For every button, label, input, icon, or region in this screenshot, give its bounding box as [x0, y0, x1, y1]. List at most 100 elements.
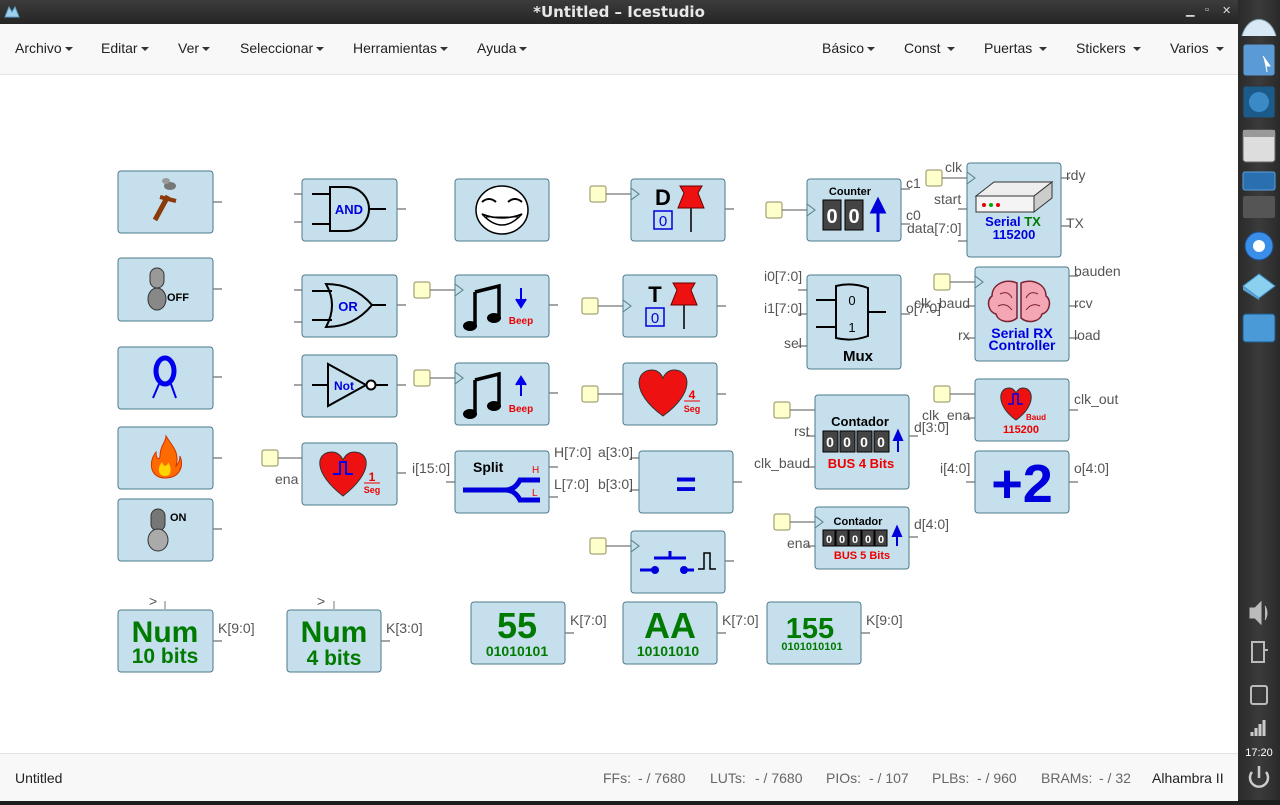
dock-home-icon[interactable]	[1241, 19, 1277, 37]
constant-input-counter[interactable]	[765, 201, 783, 219]
block-serial-rx[interactable]: Serial RX Controller	[933, 266, 1078, 362]
constant-input-heart4[interactable]	[581, 385, 599, 403]
menu-stickers[interactable]: Stickers	[1076, 40, 1141, 56]
svg-text:01010101: 01010101	[486, 643, 549, 659]
svg-text:>: >	[317, 593, 325, 609]
menu-editar[interactable]: Editar	[101, 40, 149, 56]
block-sticker-blue[interactable]	[117, 346, 222, 410]
svg-text:sel: sel	[784, 335, 802, 351]
block-or-gate[interactable]: OR	[294, 274, 406, 338]
status-ffs-value: - / 7680	[638, 770, 686, 786]
window-titlebar: *Untitled – Icestudio ▁ ▫ ✕	[0, 0, 1238, 24]
dock-notes-icon[interactable]	[1250, 685, 1268, 705]
dock-window-icon[interactable]	[1242, 129, 1276, 163]
constant-input-d[interactable]	[589, 185, 607, 203]
svg-text:rdy: rdy	[1066, 167, 1085, 183]
minimize-icon[interactable]: ▁	[1186, 4, 1194, 17]
block-counter[interactable]: Counter 0 0	[765, 178, 910, 242]
block-contador-4bits[interactable]: Contador 0 0 0 0 BUS 4 Bits	[773, 394, 918, 490]
block-split[interactable]: Split H L	[446, 450, 558, 514]
status-bar: Untitled FFs: - / 7680 LUTs: - / 7680 PI…	[0, 753, 1238, 801]
block-pushbutton[interactable]	[589, 530, 734, 594]
svg-text:ena: ena	[787, 535, 811, 551]
dock-desktop-icon[interactable]	[1242, 43, 1276, 77]
svg-text:10 bits: 10 bits	[132, 645, 199, 668]
svg-text:ena: ena	[275, 471, 299, 487]
block-beep-up[interactable]: Beep	[413, 362, 558, 426]
menu-basico[interactable]: Básico	[822, 40, 876, 56]
status-brams-value: - / 32	[1099, 770, 1131, 786]
dock-power-plug-icon[interactable]	[1251, 641, 1268, 663]
svg-text:115200: 115200	[1003, 424, 1039, 436]
menu-puertas[interactable]: Puertas	[984, 40, 1048, 56]
dock-chromium-icon[interactable]	[1244, 231, 1274, 261]
block-const-155[interactable]: 155 0101010101	[766, 601, 870, 665]
status-plbs-value: - / 960	[977, 770, 1017, 786]
design-canvas[interactable]: .blk{fill:#c5e0ec;stroke:#4e7a8a;stroke-…	[0, 75, 1238, 753]
status-board[interactable]: Alhambra II	[1152, 770, 1224, 786]
block-fire[interactable]	[117, 426, 222, 490]
status-filename: Untitled	[15, 770, 63, 786]
constant-input-button[interactable]	[589, 537, 607, 555]
dock-volume-icon[interactable]	[1249, 600, 1268, 626]
block-not-gate[interactable]: Not	[294, 354, 406, 418]
svg-text:TX: TX	[1066, 215, 1085, 231]
constant-input-beep-2[interactable]	[413, 369, 431, 387]
dock-cube-icon[interactable]	[1242, 273, 1276, 300]
block-and-gate[interactable]: AND	[294, 178, 406, 242]
dock-files-icon[interactable]	[1242, 313, 1276, 343]
constant-input-baud[interactable]	[933, 385, 951, 403]
dock-power-icon[interactable]	[1248, 766, 1270, 788]
block-plus2[interactable]: +2	[966, 450, 1078, 514]
block-const-AA[interactable]: AA 10101010	[622, 601, 726, 665]
svg-text:Contador: Contador	[831, 414, 889, 429]
dock-world-icon[interactable]	[1242, 85, 1276, 119]
maximize-icon[interactable]: ▫	[1205, 4, 1209, 16]
menu-seleccionar[interactable]: Seleccionar	[240, 40, 325, 56]
block-switch-off[interactable]: OFF	[117, 257, 222, 322]
svg-text:i0[7:0]: i0[7:0]	[764, 268, 802, 284]
block-torch[interactable]	[117, 170, 222, 234]
caret-down-icon	[1039, 47, 1048, 52]
block-num-10bits[interactable]: Num 10 bits	[117, 601, 222, 673]
block-d-flipflop[interactable]: D 0	[589, 178, 734, 242]
menu-const[interactable]: Const	[904, 40, 956, 56]
menu-varios[interactable]: Varios	[1170, 40, 1224, 56]
circuit-diagram: .blk{fill:#c5e0ec;stroke:#4e7a8a;stroke-…	[117, 159, 1121, 673]
block-switch-on[interactable]: ON	[117, 498, 222, 562]
close-icon[interactable]: ✕	[1222, 4, 1231, 17]
dock-icestudio-icon[interactable]	[1242, 171, 1276, 218]
block-beep-down[interactable]: Beep	[413, 274, 558, 338]
constant-input-t[interactable]	[581, 297, 599, 315]
svg-text:55: 55	[497, 605, 537, 646]
block-troll-sticker[interactable]	[454, 178, 550, 242]
menu-herramientas[interactable]: Herramientas	[353, 40, 449, 56]
constant-input-serial-tx[interactable]	[925, 169, 943, 187]
block-num-4bits[interactable]: Num 4 bits	[286, 601, 390, 673]
block-serial-tx[interactable]: Serial TX 115200	[925, 162, 1070, 258]
constant-input-contador5[interactable]	[773, 513, 791, 531]
dock-clock: 17:20	[1245, 747, 1273, 759]
dock-signal-icon[interactable]	[1250, 720, 1266, 736]
menu-ayuda[interactable]: Ayuda	[477, 40, 528, 56]
menubar: Archivo Editar Ver Seleccionar Herramien…	[0, 24, 1238, 75]
svg-text:clk: clk	[945, 159, 963, 175]
svg-text:D: D	[655, 185, 671, 210]
constant-input-contador4[interactable]	[773, 401, 791, 419]
constant-input-serial-rx[interactable]	[933, 273, 951, 291]
block-heart-4seg[interactable]: 4 Seg	[581, 362, 726, 426]
block-mux[interactable]: 0 1 Mux	[798, 274, 910, 370]
svg-text:clk_ena: clk_ena	[922, 407, 970, 423]
side-dock: 17:20	[1238, 0, 1280, 800]
constant-input-beep-1[interactable]	[413, 281, 431, 299]
svg-text:+2: +2	[991, 454, 1053, 514]
block-t-flipflop[interactable]: T 0	[581, 274, 726, 338]
menu-ver[interactable]: Ver	[178, 40, 211, 56]
block-comparator-equal[interactable]: =	[630, 450, 742, 514]
svg-text:0: 0	[848, 206, 859, 228]
svg-text:K[9:0]: K[9:0]	[218, 620, 255, 636]
block-const-55[interactable]: 55 01010101	[470, 601, 574, 665]
svg-text:Not: Not	[334, 379, 354, 393]
constant-input-ena[interactable]	[261, 449, 279, 467]
menu-archivo[interactable]: Archivo	[15, 40, 73, 56]
